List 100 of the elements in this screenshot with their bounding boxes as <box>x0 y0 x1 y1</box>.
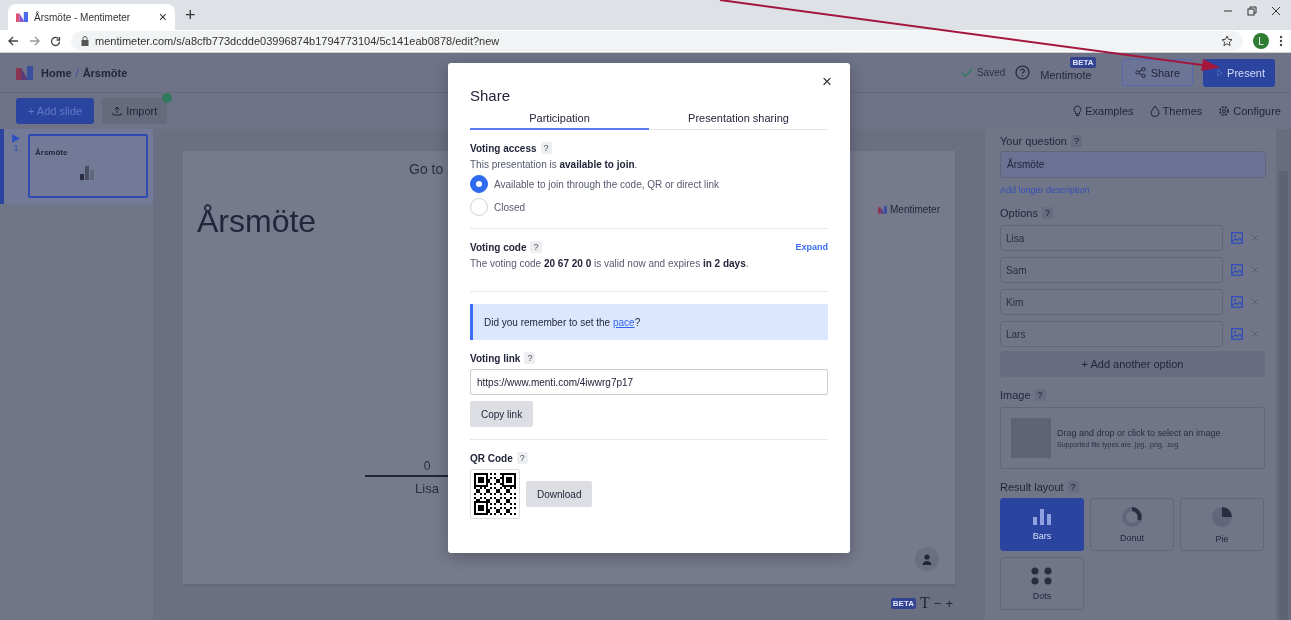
slide-thumbnail[interactable]: Årsmöte <box>28 134 148 198</box>
pace-link[interactable]: pace <box>612 316 635 328</box>
field-label: Your question <box>1000 135 1067 147</box>
text-size-button[interactable]: T <box>920 594 930 612</box>
help-badge[interactable]: ? <box>524 352 536 364</box>
profile-avatar[interactable]: L <box>1253 33 1269 49</box>
download-button[interactable]: Download <box>526 481 593 507</box>
reload-icon[interactable] <box>50 35 61 47</box>
dots-icon <box>1031 566 1053 585</box>
help-badge[interactable]: ? <box>516 452 528 464</box>
option-field[interactable]: Lars <box>1000 321 1223 347</box>
restore-icon[interactable] <box>1247 6 1257 16</box>
address-bar[interactable]: mentimeter.com/s/a8cfb773dcdde03996874b1794773104/5c141eab0878/edit?new <box>71 31 1243 51</box>
present-button[interactable]: Present <box>1203 58 1275 87</box>
menu-icon[interactable] <box>1279 35 1283 47</box>
help-badge[interactable]: ? <box>540 142 552 154</box>
audience-button[interactable] <box>915 547 939 571</box>
copy-link-button[interactable]: Copy link <box>470 401 534 427</box>
toolbar-link[interactable]: Examples <box>1085 105 1134 117</box>
person-icon <box>922 553 932 565</box>
radio-option[interactable]: Available to join through the code, QR or direct link <box>470 175 719 193</box>
play-icon <box>12 134 20 143</box>
breadcrumb-current: Årsmöte <box>82 66 128 79</box>
browser-tab[interactable]: Årsmöte - Mentimeter × <box>8 4 175 30</box>
import-button[interactable]: Import <box>102 98 168 124</box>
back-arrow-icon[interactable] <box>8 36 19 46</box>
slide-title: Årsmöte <box>35 148 68 157</box>
logo-icon <box>878 205 887 214</box>
section-label: Voting code <box>470 241 527 253</box>
qr-code <box>474 473 516 515</box>
toolbar-link[interactable]: Configure <box>1233 105 1281 117</box>
new-tab-button[interactable]: + <box>185 5 196 26</box>
tab-close-button[interactable]: × <box>158 9 167 25</box>
bars-icon <box>80 166 94 180</box>
dialog-title: Share <box>470 87 512 104</box>
radio-button[interactable] <box>470 175 488 193</box>
pie-chart-icon <box>1211 505 1233 528</box>
layout-option[interactable]: Bars <box>1000 498 1084 551</box>
image-icon[interactable] <box>1231 232 1243 244</box>
bars-icon <box>1033 508 1051 525</box>
option-field[interactable]: Kim <box>1000 289 1223 315</box>
toolbar-link[interactable]: Themes <box>1162 105 1203 117</box>
drop-icon <box>1149 105 1160 117</box>
zoom-out-button[interactable]: − <box>933 595 942 611</box>
brand-name: Mentimeter <box>890 204 940 215</box>
dropzone-text: Drag and drop or click to select an image <box>1057 428 1221 438</box>
url-text: mentimeter.com/s/a8cfb773dcdde03996874b1794773104/5c141eab0878/edit?new <box>95 35 501 47</box>
field-label: Image <box>1000 389 1031 401</box>
saved-status: Saved <box>976 67 1006 78</box>
share-icon <box>1134 67 1146 78</box>
dialog-tab[interactable]: Participation <box>470 108 649 130</box>
share-button[interactable]: Share <box>1121 59 1193 86</box>
radio-label: Closed <box>494 201 526 213</box>
bar-label: Lisa <box>415 481 439 496</box>
lock-icon <box>81 36 89 46</box>
zoom-in-button[interactable]: + <box>945 595 953 611</box>
breadcrumb-separator: / <box>75 66 79 79</box>
help-icon[interactable] <box>1015 65 1031 80</box>
question-field[interactable]: Årsmöte <box>1000 151 1266 178</box>
close-button[interactable]: × <box>816 71 838 93</box>
add-option-button[interactable]: + Add another option <box>1000 351 1265 377</box>
help-badge[interactable]: ? <box>1034 389 1046 401</box>
mentimote-link[interactable]: Mentimote <box>1040 68 1092 81</box>
image-icon[interactable] <box>1231 264 1243 276</box>
field-label: Options <box>1000 207 1038 219</box>
play-icon <box>1217 67 1224 78</box>
layout-option[interactable]: Dots <box>1000 557 1084 610</box>
section-label: Voting access <box>470 142 537 154</box>
layout-option[interactable]: Pie <box>1180 498 1264 551</box>
image-icon[interactable] <box>1231 296 1243 308</box>
help-badge[interactable]: ? <box>1041 207 1053 219</box>
gear-icon <box>1218 105 1231 117</box>
access-status-text: This presentation is available to join. <box>470 159 639 170</box>
voting-code-text: The voting code 20 67 20 0 is valid now and expires in 2 days. <box>470 258 750 269</box>
breadcrumb-link[interactable]: Home <box>41 66 72 79</box>
section-label: Voting link <box>470 352 521 364</box>
dialog-tab[interactable]: Presentation sharing <box>649 108 828 130</box>
section-label: QR Code <box>470 452 513 464</box>
field-label: Result layout <box>1000 481 1064 493</box>
star-icon[interactable] <box>1221 35 1233 47</box>
help-badge[interactable]: ? <box>1067 481 1079 493</box>
slide-list-item[interactable]: 1 Årsmöte <box>0 129 153 204</box>
slide-instruction: Go to <box>409 161 444 177</box>
option-field[interactable]: Lisa <box>1000 225 1223 251</box>
layout-option[interactable]: Donut <box>1090 498 1174 551</box>
bar-value: 0 <box>423 459 431 473</box>
help-badge[interactable]: ? <box>1070 135 1082 147</box>
donut-icon <box>1122 506 1142 527</box>
help-badge[interactable]: ? <box>530 241 542 253</box>
upload-icon <box>112 106 123 116</box>
tip-text: Did you remember to set the pace? <box>484 316 641 328</box>
close-icon[interactable] <box>1271 6 1281 16</box>
expand-link[interactable]: Expand <box>795 242 828 252</box>
voting-link-field[interactable]: https://www.menti.com/4iwwrg7p17 <box>470 369 828 395</box>
forward-arrow-icon[interactable] <box>29 36 40 46</box>
beta-badge: BETA <box>890 597 917 609</box>
option-field[interactable]: Sam <box>1000 257 1223 283</box>
radio-option[interactable]: Closed <box>470 198 526 216</box>
image-icon[interactable] <box>1231 328 1243 340</box>
radio-label: Available to join through the code, QR or direct link <box>494 178 719 190</box>
